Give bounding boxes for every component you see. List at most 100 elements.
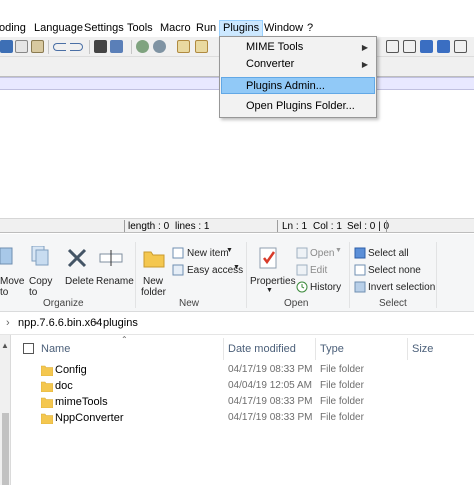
- file-date: 04/17/19 08:33 PM: [228, 364, 313, 375]
- new-item-button[interactable]: New item: [187, 248, 229, 259]
- column-header-type[interactable]: Type: [320, 343, 344, 355]
- paste-icon[interactable]: [31, 40, 44, 53]
- address-bar[interactable]: › npp.7.6.6.bin.x64 › plugins: [0, 313, 474, 335]
- sort-chevron-up-icon: ⌃: [121, 335, 128, 344]
- menu-help[interactable]: ?: [307, 21, 313, 36]
- open-icon: [296, 247, 308, 259]
- breadcrumb-npp-folder[interactable]: npp.7.6.6.bin.x64: [18, 317, 102, 329]
- select-none-button[interactable]: Select none: [368, 265, 421, 276]
- column-header-date-modified[interactable]: Date modified: [228, 343, 296, 355]
- macro-run-multiple-icon[interactable]: [437, 40, 450, 53]
- redo-icon[interactable]: [70, 43, 83, 51]
- file-name: Config: [55, 364, 87, 376]
- select-none-icon: [354, 264, 366, 276]
- macro-play-icon[interactable]: [420, 40, 433, 53]
- new-item-icon: [172, 247, 184, 259]
- menu-plugins[interactable]: Plugins: [219, 20, 264, 37]
- easy-access-icon: [172, 264, 184, 276]
- find-icon[interactable]: [94, 40, 107, 53]
- open-button[interactable]: Open: [310, 248, 334, 259]
- properties-icon[interactable]: [258, 246, 280, 270]
- nav-scrollbar-thumb[interactable]: [2, 413, 9, 485]
- status-selection: Sel : 0 | 0: [347, 221, 390, 232]
- zoom-out-icon[interactable]: [153, 40, 166, 53]
- zoom-in-icon[interactable]: [136, 40, 149, 53]
- column-header-name[interactable]: Name: [41, 343, 70, 355]
- chevron-down-icon: ▼: [233, 264, 240, 271]
- file-date: 04/04/19 12:05 AM: [228, 380, 312, 391]
- file-name: mimeTools: [55, 396, 108, 408]
- undo-icon[interactable]: [53, 43, 66, 51]
- move-to-label: Move: [0, 276, 25, 287]
- edit-icon: [296, 264, 308, 276]
- menu-bar: oding Language Settings Tools Macro Run …: [0, 19, 474, 37]
- menu-run[interactable]: Run: [196, 21, 216, 36]
- file-name: doc: [55, 380, 73, 392]
- folder-icon: [41, 397, 53, 408]
- new-group-label: New: [179, 298, 200, 309]
- macro-record-icon[interactable]: [386, 40, 399, 53]
- file-name: NppConverter: [55, 412, 124, 424]
- select-all-button[interactable]: Select all: [368, 248, 409, 259]
- history-button[interactable]: History: [310, 282, 341, 293]
- status-line-number: Ln : 1: [282, 221, 308, 232]
- menu-tools[interactable]: Tools: [127, 21, 153, 36]
- file-row-mimetools[interactable]: mimeTools 04/17/19 08:33 PM File folder: [11, 395, 474, 411]
- status-bar: length : 0 lines : 1 Ln : 1 Col : 1 Sel …: [0, 218, 474, 233]
- menu-settings[interactable]: Settings: [84, 21, 124, 36]
- breadcrumb-plugins-folder[interactable]: plugins: [103, 317, 138, 329]
- file-date: 04/17/19 08:33 PM: [228, 396, 313, 407]
- sync-v-icon[interactable]: [177, 40, 190, 53]
- rename-label: Rename: [96, 276, 134, 287]
- scroll-up-icon[interactable]: ▲: [1, 341, 9, 350]
- menu-macro[interactable]: Macro: [160, 21, 191, 36]
- chevron-down-icon: ▼: [335, 247, 342, 254]
- new-folder-icon[interactable]: [143, 247, 165, 269]
- folder-icon: [41, 381, 53, 392]
- sync-h-icon[interactable]: [195, 40, 208, 53]
- file-type: File folder: [320, 364, 364, 375]
- plugins-dropdown-menu: MIME Tools ▶ Converter ▶ Plugins Admin..…: [219, 36, 377, 118]
- open-group-label: Open: [284, 298, 309, 309]
- select-group-label: Select: [379, 298, 407, 309]
- invert-selection-button[interactable]: Invert selection: [368, 282, 435, 293]
- navigation-pane: ▲: [0, 335, 11, 485]
- menu-encoding[interactable]: oding: [0, 21, 26, 36]
- properties-button[interactable]: Properties: [250, 276, 296, 287]
- file-type: File folder: [320, 380, 364, 391]
- move-to-icon[interactable]: [0, 246, 16, 268]
- close-icon[interactable]: [15, 40, 28, 53]
- status-lines: lines : 1: [175, 221, 210, 232]
- copy-to-label: Copy: [29, 276, 53, 287]
- column-header-size[interactable]: Size: [412, 343, 433, 355]
- new-folder-label-2: folder: [141, 287, 167, 298]
- menu-language[interactable]: Language: [34, 21, 83, 36]
- select-all-checkbox[interactable]: [23, 343, 34, 354]
- save-all-icon[interactable]: [0, 40, 13, 53]
- select-all-icon: [354, 247, 366, 259]
- copy-to-label-2: to: [29, 287, 38, 298]
- submenu-arrow-icon: ▶: [361, 60, 368, 69]
- delete-icon[interactable]: [67, 248, 87, 268]
- copy-to-icon[interactable]: [30, 246, 50, 268]
- chevron-down-icon: ▼: [226, 247, 233, 254]
- file-row-config[interactable]: Config 04/17/19 08:33 PM File folder: [11, 363, 474, 379]
- rename-icon[interactable]: [99, 248, 123, 268]
- menu-item-converter[interactable]: Converter ▶: [221, 56, 375, 73]
- replace-icon[interactable]: [110, 40, 123, 53]
- menu-item-mime-tools[interactable]: MIME Tools ▶: [221, 39, 375, 56]
- folder-icon: [41, 413, 53, 424]
- macro-stop-icon[interactable]: [403, 40, 416, 53]
- menu-window[interactable]: Window: [264, 21, 303, 36]
- breadcrumb-separator-icon: ›: [94, 317, 98, 329]
- menu-item-plugins-admin[interactable]: Plugins Admin...: [221, 77, 375, 94]
- menu-item-open-plugins-folder[interactable]: Open Plugins Folder...: [221, 98, 375, 115]
- edit-button[interactable]: Edit: [310, 265, 327, 276]
- file-date: 04/17/19 08:33 PM: [228, 412, 313, 423]
- file-row-doc[interactable]: doc 04/04/19 12:05 AM File folder: [11, 379, 474, 395]
- macro-save-icon[interactable]: [454, 40, 467, 53]
- file-row-nppconverter[interactable]: NppConverter 04/17/19 08:33 PM File fold…: [11, 411, 474, 427]
- file-type: File folder: [320, 412, 364, 423]
- move-to-label-2: to: [0, 287, 9, 298]
- explorer-ribbon: Move to Copy to Delete Rename Organize N…: [0, 234, 474, 312]
